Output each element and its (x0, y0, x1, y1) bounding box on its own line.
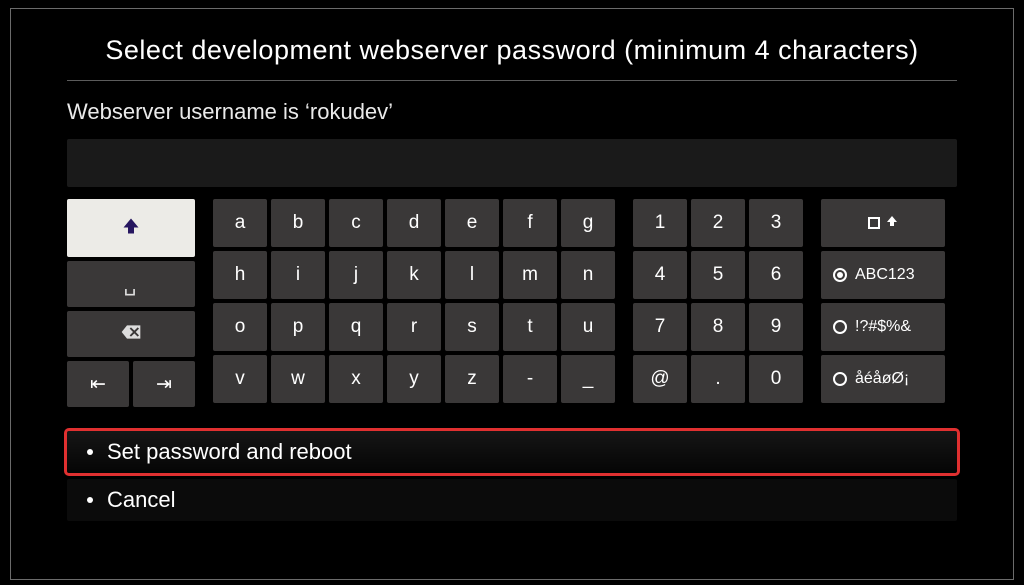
page-title: Select development webserver password (m… (11, 9, 1013, 80)
key-1[interactable]: 1 (633, 199, 687, 247)
key-8[interactable]: 8 (691, 303, 745, 351)
key-j[interactable]: j (329, 251, 383, 299)
cancel-button[interactable]: Cancel (67, 479, 957, 521)
bullet-icon (87, 497, 93, 503)
mode-intl-key[interactable]: åéåøØ¡ (821, 355, 945, 403)
key-5[interactable]: 5 (691, 251, 745, 299)
password-input[interactable] (67, 139, 957, 187)
key-x[interactable]: x (329, 355, 383, 403)
key-i[interactable]: i (271, 251, 325, 299)
radio-selected-icon (833, 268, 847, 282)
arrow-up-icon (122, 216, 140, 241)
key-@[interactable]: @ (633, 355, 687, 403)
key-y[interactable]: y (387, 355, 441, 403)
key-c[interactable]: c (329, 199, 383, 247)
key-_[interactable]: _ (561, 355, 615, 403)
mode-label: åéåøØ¡ (855, 370, 909, 388)
cursor-left-key[interactable]: ⇤ (67, 361, 129, 407)
kb-specials: ␣ ⇤ ⇥ (67, 199, 195, 407)
dialog-options: Set password and reboot Cancel (67, 431, 957, 521)
cursor-left-icon: ⇤ (90, 373, 106, 396)
square-icon (868, 217, 880, 229)
key-w[interactable]: w (271, 355, 325, 403)
username-note: Webserver username is ‘rokudev’ (11, 99, 1013, 139)
key-6[interactable]: 6 (749, 251, 803, 299)
key-n[interactable]: n (561, 251, 615, 299)
key-d[interactable]: d (387, 199, 441, 247)
radio-icon (833, 372, 847, 386)
set-password-button[interactable]: Set password and reboot (67, 431, 957, 473)
key-4[interactable]: 4 (633, 251, 687, 299)
space-icon: ␣ (124, 272, 139, 297)
bullet-icon (87, 449, 93, 455)
mode-case-key[interactable] (821, 199, 945, 247)
key-s[interactable]: s (445, 303, 499, 351)
kb-numbers: 123 456 789 @.0 (633, 199, 803, 407)
key-h[interactable]: h (213, 251, 267, 299)
key-2[interactable]: 2 (691, 199, 745, 247)
key-l[interactable]: l (445, 251, 499, 299)
key-e[interactable]: e (445, 199, 499, 247)
option-label: Set password and reboot (107, 439, 352, 465)
cursor-right-icon: ⇥ (156, 373, 172, 396)
key-f[interactable]: f (503, 199, 557, 247)
key-q[interactable]: q (329, 303, 383, 351)
key-7[interactable]: 7 (633, 303, 687, 351)
key-p[interactable]: p (271, 303, 325, 351)
mode-symbols-key[interactable]: !?#$%& (821, 303, 945, 351)
key-t[interactable]: t (503, 303, 557, 351)
key-v[interactable]: v (213, 355, 267, 403)
backspace-icon (120, 324, 142, 345)
divider (67, 80, 957, 81)
key-b[interactable]: b (271, 199, 325, 247)
key-z[interactable]: z (445, 355, 499, 403)
dialog-frame: Select development webserver password (m… (10, 8, 1014, 580)
key-m[interactable]: m (503, 251, 557, 299)
mode-abc-key[interactable]: ABC123 (821, 251, 945, 299)
cursor-right-key[interactable]: ⇥ (133, 361, 195, 407)
key-o[interactable]: o (213, 303, 267, 351)
key-0[interactable]: 0 (749, 355, 803, 403)
key--[interactable]: - (503, 355, 557, 403)
mode-label: ABC123 (855, 266, 915, 284)
space-key[interactable]: ␣ (67, 261, 195, 307)
kb-letters: abcdefg hijklmn opqrstu vwxyz-_ (213, 199, 615, 407)
option-label: Cancel (107, 487, 175, 513)
backspace-key[interactable] (67, 311, 195, 357)
key-.[interactable]: . (691, 355, 745, 403)
key-u[interactable]: u (561, 303, 615, 351)
key-a[interactable]: a (213, 199, 267, 247)
key-k[interactable]: k (387, 251, 441, 299)
shift-key[interactable] (67, 199, 195, 257)
key-g[interactable]: g (561, 199, 615, 247)
key-3[interactable]: 3 (749, 199, 803, 247)
key-r[interactable]: r (387, 303, 441, 351)
key-9[interactable]: 9 (749, 303, 803, 351)
kb-modes: ABC123 !?#$%& åéåøØ¡ (821, 199, 945, 407)
radio-icon (833, 320, 847, 334)
arrow-up-icon (886, 214, 898, 233)
onscreen-keyboard: ␣ ⇤ ⇥ abcdefg hijklmn opqrstu vwxyz-_ 123 45… (67, 199, 957, 407)
mode-label: !?#$%& (855, 318, 911, 336)
